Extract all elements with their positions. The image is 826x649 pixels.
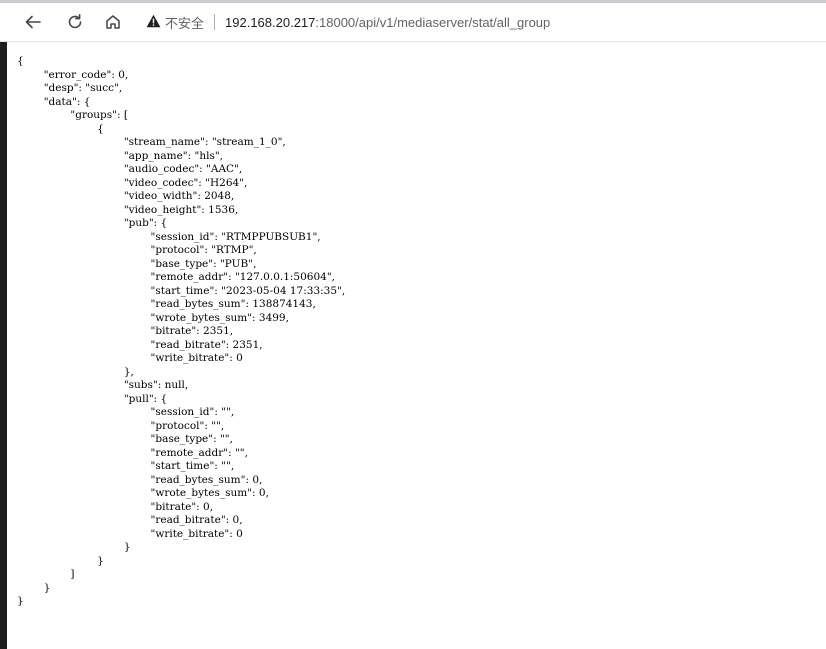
- warning-triangle-icon: [146, 14, 161, 31]
- url-path: :18000/api/v1/mediaserver/stat/all_group: [315, 14, 551, 30]
- address-bar[interactable]: 不安全 192.168.20.217:18000/api/v1/mediaser…: [140, 7, 826, 37]
- arrow-left-icon: [24, 13, 42, 31]
- back-button[interactable]: [16, 7, 50, 37]
- omnibox-divider: [214, 14, 216, 30]
- reload-icon: [66, 13, 84, 31]
- url-host: 192.168.20.217: [225, 14, 316, 30]
- home-button[interactable]: [96, 7, 130, 37]
- security-chip[interactable]: 不安全: [140, 10, 204, 34]
- json-response-text: { "error_code": 0, "desp": "succ", "data…: [17, 55, 346, 607]
- page-content: { "error_code": 0, "desp": "succ", "data…: [0, 42, 826, 649]
- reload-button[interactable]: [58, 7, 92, 37]
- browser-toolbar: 不安全 192.168.20.217:18000/api/v1/mediaser…: [0, 3, 826, 42]
- home-icon: [104, 13, 122, 31]
- security-label: 不安全: [165, 15, 205, 31]
